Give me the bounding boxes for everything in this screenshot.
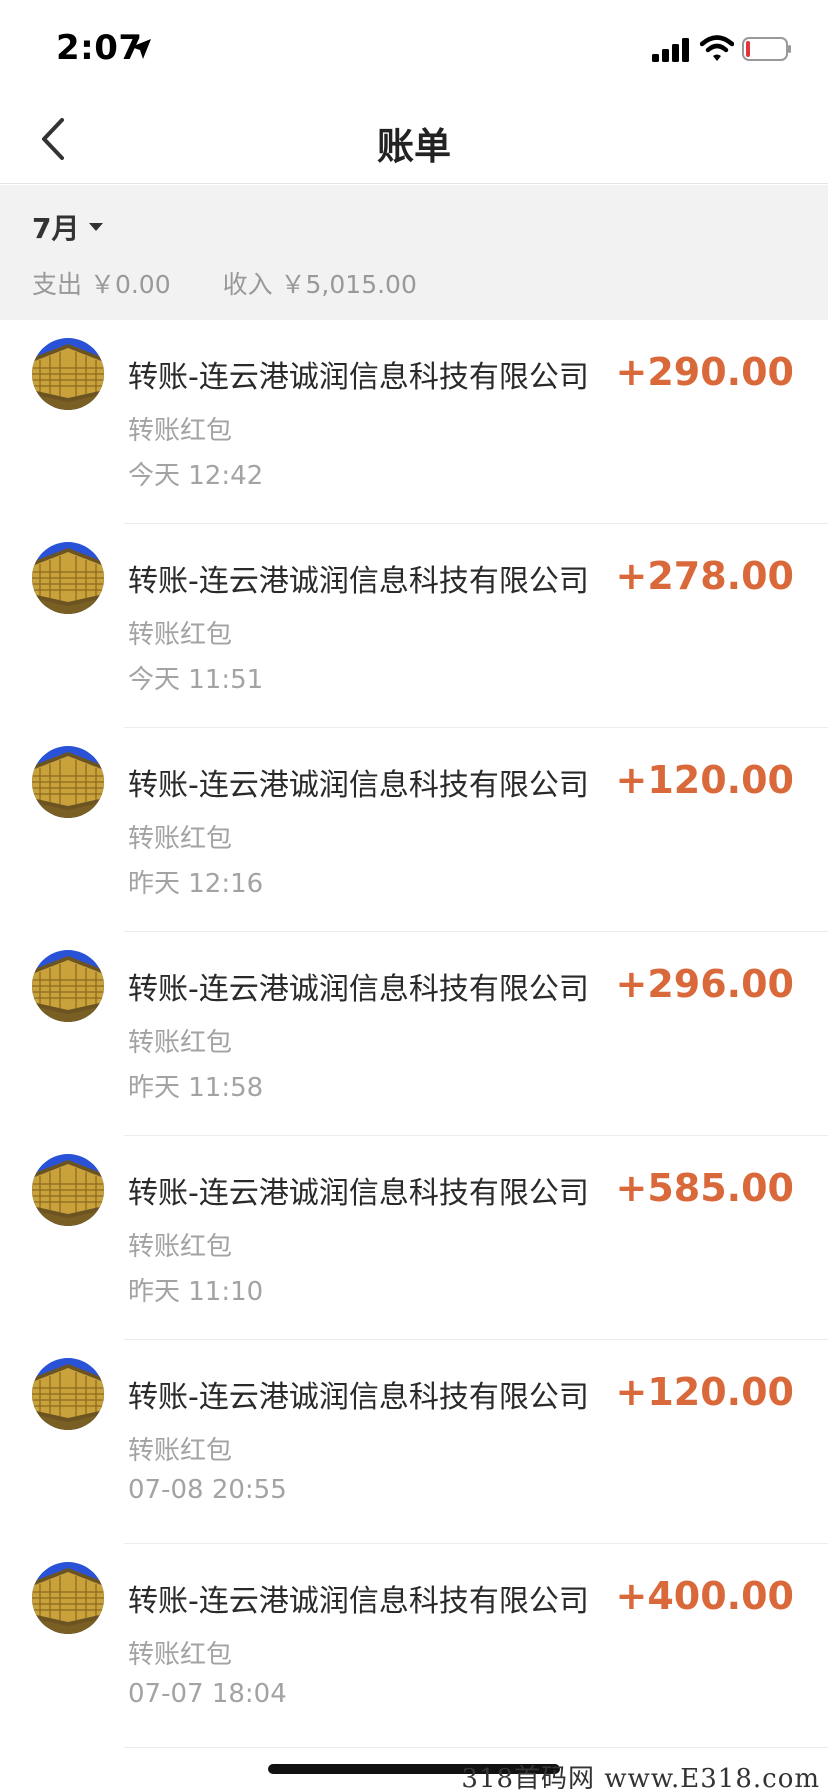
transaction-time: 昨天 11:10 (128, 1277, 264, 1307)
transaction-list: 转账-连云港诚润信息科技有限公司 转账红包 今天 12:42 +290.00 转… (0, 320, 828, 1748)
transaction-time: 今天 11:51 (128, 665, 264, 695)
transaction-row[interactable]: 转账-连云港诚润信息科技有限公司 转账红包 昨天 11:10 +585.00 (0, 1136, 828, 1340)
transaction-time: 昨天 12:16 (128, 869, 264, 899)
caret-down-icon (89, 223, 104, 231)
watermark: 318首码网 www.E318.com (461, 1764, 820, 1792)
avatar (32, 746, 104, 818)
avatar (32, 1358, 104, 1430)
transaction-amount: +120.00 (615, 1370, 794, 1414)
transaction-title: 转账-连云港诚润信息科技有限公司 (128, 768, 589, 803)
avatar (32, 542, 104, 614)
transaction-amount: +585.00 (615, 1166, 794, 1210)
transaction-time: 昨天 11:58 (128, 1073, 264, 1103)
location-arrow-icon (131, 39, 151, 59)
transaction-row[interactable]: 转账-连云港诚润信息科技有限公司 转账红包 昨天 12:16 +120.00 (0, 728, 828, 932)
transaction-type: 转账红包 (128, 620, 233, 650)
month-label: 7月 (32, 212, 80, 245)
avatar (32, 1154, 104, 1226)
transaction-row[interactable]: 转账-连云港诚润信息科技有限公司 转账红包 07-08 20:55 +120.0… (0, 1340, 828, 1544)
page-title: 账单 (377, 125, 451, 168)
transaction-title: 转账-连云港诚润信息科技有限公司 (128, 1380, 589, 1415)
transaction-row[interactable]: 转账-连云港诚润信息科技有限公司 转账红包 昨天 11:58 +296.00 (0, 932, 828, 1136)
status-bar: 2:07 (0, 0, 828, 96)
row-divider (124, 1747, 828, 1748)
wifi-icon (700, 35, 734, 61)
transaction-type: 转账红包 (128, 824, 233, 854)
battery-icon (742, 37, 791, 61)
avatar (32, 338, 104, 410)
transaction-type: 转账红包 (128, 1436, 233, 1466)
transaction-title: 转账-连云港诚润信息科技有限公司 (128, 564, 589, 599)
transaction-type: 转账红包 (128, 1232, 233, 1262)
month-summary: 7月 支出 ￥0.00 收入 ￥5,015.00 (0, 185, 828, 320)
transaction-type: 转账红包 (128, 1640, 233, 1670)
transaction-amount: +400.00 (615, 1574, 794, 1618)
nav-bar: 账单 (0, 96, 828, 184)
transaction-row[interactable]: 转账-连云港诚润信息科技有限公司 转账红包 07-07 18:04 +400.0… (0, 1544, 828, 1748)
totals-line: 支出 ￥0.00 收入 ￥5,015.00 (32, 265, 429, 301)
transaction-amount: +120.00 (615, 758, 794, 802)
transaction-title: 转账-连云港诚润信息科技有限公司 (128, 972, 589, 1007)
income-total: 收入 ￥5,015.00 (222, 270, 417, 299)
transaction-amount: +296.00 (615, 962, 794, 1006)
avatar (32, 950, 104, 1022)
transaction-title: 转账-连云港诚润信息科技有限公司 (128, 360, 589, 395)
transaction-title: 转账-连云港诚润信息科技有限公司 (128, 1176, 589, 1211)
transaction-time: 07-07 18:04 (128, 1679, 287, 1709)
transaction-type: 转账红包 (128, 416, 233, 446)
transaction-row[interactable]: 转账-连云港诚润信息科技有限公司 转账红包 今天 12:42 +290.00 (0, 320, 828, 524)
month-selector[interactable]: 7月 (32, 207, 105, 247)
transaction-time: 07-08 20:55 (128, 1475, 287, 1505)
expense-total: 支出 ￥0.00 (32, 270, 171, 299)
avatar (32, 1562, 104, 1634)
transaction-amount: +290.00 (615, 350, 794, 394)
transaction-title: 转账-连云港诚润信息科技有限公司 (128, 1584, 589, 1619)
cellular-signal-icon (652, 38, 689, 62)
transaction-amount: +278.00 (615, 554, 794, 598)
transaction-type: 转账红包 (128, 1028, 233, 1058)
transaction-row[interactable]: 转账-连云港诚润信息科技有限公司 转账红包 今天 11:51 +278.00 (0, 524, 828, 728)
transaction-time: 今天 12:42 (128, 461, 264, 491)
